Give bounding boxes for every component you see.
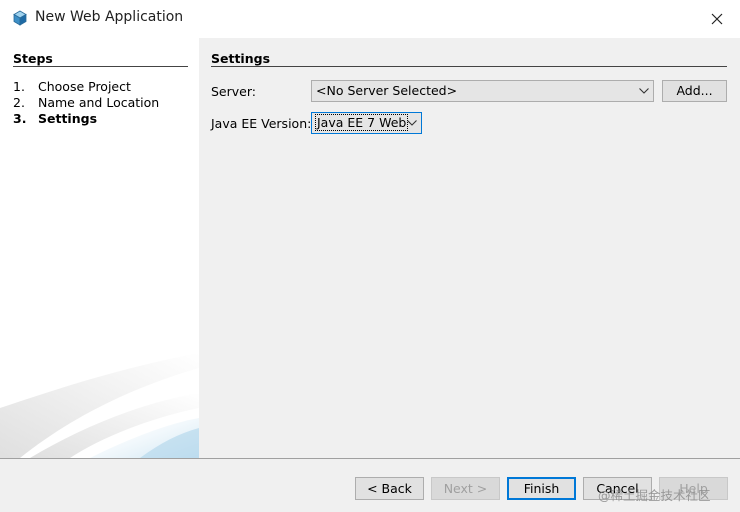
server-label: Server: <box>211 84 256 99</box>
java-ee-version-select[interactable]: Java EE 7 Web <box>311 112 422 134</box>
step-settings: 3. Settings <box>13 111 97 126</box>
settings-panel: Settings Server: <No Server Selected> Ad… <box>199 38 740 458</box>
next-button[interactable]: Next > <box>431 477 500 500</box>
wizard-swoosh-graphic <box>0 353 199 458</box>
settings-divider <box>211 66 727 67</box>
java-ee-version-value: Java EE 7 Web <box>314 114 409 131</box>
step-number: 2. <box>13 95 25 110</box>
watermark-text: @稀土掘金技术社区 <box>598 488 711 503</box>
server-select-value: <No Server Selected> <box>316 83 458 98</box>
add-server-button[interactable]: Add... <box>662 80 727 102</box>
window-title: New Web Application <box>35 9 184 25</box>
step-number: 1. <box>13 79 25 94</box>
step-number: 3. <box>13 111 27 126</box>
step-choose-project: 1. Choose Project <box>13 79 131 94</box>
step-name-and-location: 2. Name and Location <box>13 95 159 110</box>
chevron-down-icon <box>407 113 417 133</box>
steps-panel: Steps 1. Choose Project 2. Name and Locati… <box>0 38 199 458</box>
title-bar: New Web Application <box>0 0 740 38</box>
close-button[interactable] <box>700 4 734 34</box>
step-label: Choose Project <box>38 79 131 94</box>
java-ee-version-label: Java EE Version: <box>211 116 312 131</box>
settings-heading: Settings <box>211 51 271 66</box>
finish-button[interactable]: Finish <box>507 477 576 500</box>
netbeans-cube-icon <box>13 10 27 26</box>
chevron-down-icon <box>639 81 649 101</box>
step-label: Name and Location <box>38 95 160 110</box>
wizard-footer: < Back Next > Finish Cancel Help @稀土掘金技术… <box>0 459 740 512</box>
steps-divider <box>13 66 188 67</box>
server-select[interactable]: <No Server Selected> <box>311 80 654 102</box>
close-icon <box>711 13 723 25</box>
steps-heading: Steps <box>13 51 53 66</box>
back-button[interactable]: < Back <box>355 477 424 500</box>
step-label: Settings <box>38 111 98 126</box>
